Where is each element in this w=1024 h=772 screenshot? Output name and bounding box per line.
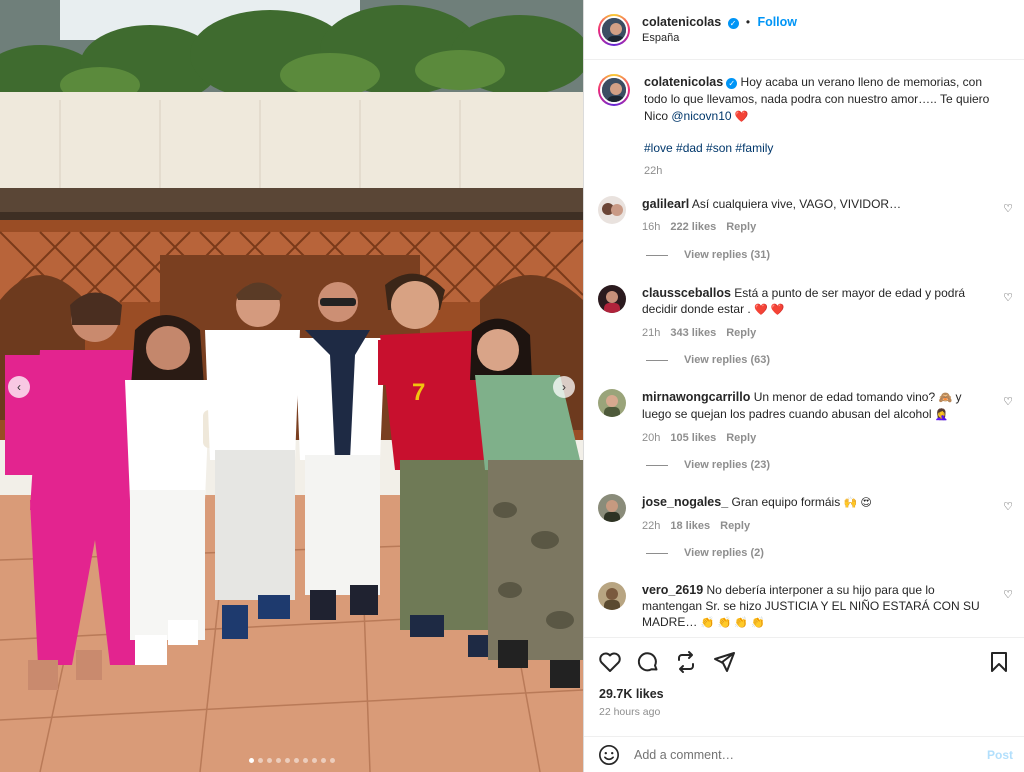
- commenter-avatar[interactable]: [598, 494, 626, 522]
- add-comment-bar: Post: [584, 736, 1024, 772]
- add-comment-input[interactable]: [634, 748, 964, 762]
- comment-likes[interactable]: 222 likes: [670, 221, 716, 233]
- paper-plane-icon[interactable]: [712, 650, 736, 674]
- comment-username[interactable]: mirnawongcarrillo: [642, 390, 750, 404]
- comment-item: claussceballos Está a punto de ser mayor…: [598, 285, 1013, 341]
- comment-emoji: 🙌 😍: [843, 497, 872, 509]
- post-actions-bar: 29.7K likes 22 hours ago Post: [584, 637, 1024, 772]
- comment-like-heart-icon[interactable]: ♡: [1003, 202, 1013, 215]
- caption-username[interactable]: colatenicolas: [644, 75, 723, 89]
- comment-emoji: ❤️ ❤️: [754, 304, 785, 316]
- carousel-dot: [293, 758, 299, 763]
- comment-text: Gran equipo formáis: [731, 495, 841, 509]
- carousel-dot: [329, 758, 335, 763]
- commenter-avatar[interactable]: [598, 285, 626, 313]
- heart-icon[interactable]: [598, 650, 622, 674]
- instagram-post-modal: 7 ‹ › colatenicolas ✓ • Follow España co…: [0, 0, 1024, 772]
- view-replies-label: View replies (63): [684, 354, 771, 366]
- carousel-dot: [302, 758, 308, 763]
- verified-badge-icon: ✓: [727, 18, 739, 29]
- view-replies-button[interactable]: View replies (2): [646, 547, 764, 559]
- comment-username[interactable]: claussceballos: [642, 286, 731, 300]
- comment-bubble-icon[interactable]: [636, 650, 660, 674]
- comment-like-heart-icon[interactable]: ♡: [1003, 588, 1013, 601]
- chevron-right-icon: ›: [562, 380, 566, 394]
- comment-item: galilearl Así cualquiera vive, VAGO, VIV…: [598, 196, 1013, 235]
- commenter-avatar[interactable]: [598, 389, 626, 417]
- reply-button[interactable]: Reply: [726, 327, 756, 339]
- view-replies-label: View replies (23): [684, 459, 771, 471]
- view-replies-button[interactable]: View replies (31): [646, 249, 770, 261]
- caption-author-avatar[interactable]: [598, 74, 630, 106]
- carousel-dot: [311, 758, 317, 763]
- comment-like-heart-icon[interactable]: ♡: [1003, 395, 1013, 408]
- comment-time: 16h: [642, 221, 661, 233]
- separator-dot: •: [745, 15, 751, 29]
- svg-text:7: 7: [412, 379, 425, 406]
- carousel-dot: [284, 758, 290, 763]
- reply-button[interactable]: Reply: [720, 520, 750, 532]
- chevron-left-icon: ‹: [17, 380, 21, 394]
- family-photo-illustration: 7: [0, 0, 583, 772]
- caption-time: 22h: [644, 165, 663, 177]
- post-header: colatenicolas ✓ • Follow España: [584, 0, 1024, 60]
- carousel-next-button[interactable]: ›: [553, 376, 575, 398]
- comment-text: Un menor de edad tomando vino?: [753, 390, 936, 404]
- comment-username[interactable]: galilearl: [642, 197, 689, 211]
- comment-like-heart-icon[interactable]: ♡: [1003, 291, 1013, 304]
- carousel-indicator: [0, 758, 583, 763]
- view-replies-label: View replies (31): [684, 249, 771, 261]
- commenter-avatar[interactable]: [598, 582, 626, 610]
- author-username[interactable]: colatenicolas: [642, 15, 721, 29]
- post-caption: colatenicolas ✓ Hoy acaba un verano lleno…: [598, 74, 1013, 180]
- post-likes-count[interactable]: 29.7K likes: [599, 687, 664, 701]
- comment-likes[interactable]: 343 likes: [670, 327, 716, 339]
- carousel-dot: [275, 758, 281, 763]
- caption-heart-emoji: ❤️: [734, 111, 749, 123]
- carousel-dot: [320, 758, 326, 763]
- caption-mention-link[interactable]: @nicovn10: [671, 109, 731, 123]
- caption-hashtags[interactable]: #love #dad #son #family: [644, 140, 1004, 157]
- post-location[interactable]: España: [642, 32, 797, 44]
- comment-text: Así cualquiera vive, VAGO, VIVIDOR…: [691, 197, 902, 211]
- post-side-panel: colatenicolas ✓ • Follow España colateni…: [583, 0, 1024, 772]
- carousel-dot: [266, 758, 272, 763]
- author-avatar[interactable]: [598, 13, 630, 46]
- comment-time: 22h: [642, 520, 661, 532]
- comment-emoji: 🙈: [938, 392, 953, 404]
- commenter-avatar[interactable]: [598, 196, 626, 224]
- comment-item: vero_2619 No debería interponer a su hij…: [598, 582, 1013, 631]
- post-time-ago: 22 hours ago: [599, 706, 661, 718]
- verified-badge-icon: ✓: [726, 78, 738, 89]
- comment-username[interactable]: vero_2619: [642, 583, 703, 597]
- comment-time: 21h: [642, 327, 661, 339]
- comment-item: jose_nogales_ Gran equipo formáis 🙌 😍 22…: [598, 494, 1013, 534]
- carousel-prev-button[interactable]: ‹: [8, 376, 30, 398]
- comment-time: 20h: [642, 432, 661, 444]
- carousel-dot: [248, 758, 254, 763]
- comment-emoji: 👏 👏 👏 👏: [700, 617, 765, 629]
- reply-button[interactable]: Reply: [726, 432, 756, 444]
- comment-item: mirnawongcarrillo Un menor de edad toman…: [598, 389, 1013, 446]
- view-replies-button[interactable]: View replies (63): [646, 354, 770, 366]
- follow-button[interactable]: Follow: [757, 15, 797, 29]
- comment-likes[interactable]: 18 likes: [670, 520, 710, 532]
- comment-username[interactable]: jose_nogales_: [642, 495, 728, 509]
- reply-button[interactable]: Reply: [726, 221, 756, 233]
- carousel-dot: [257, 758, 263, 763]
- comment-like-heart-icon[interactable]: ♡: [1003, 500, 1013, 513]
- bookmark-icon[interactable]: [987, 650, 1011, 674]
- view-replies-label: View replies (2): [684, 547, 764, 559]
- comment-emoji-2: 🤦‍♀️: [934, 409, 949, 421]
- repost-icon[interactable]: [674, 650, 698, 674]
- smiley-icon[interactable]: [598, 744, 620, 766]
- post-photo[interactable]: 7 ‹ ›: [0, 0, 583, 772]
- comment-likes[interactable]: 105 likes: [670, 432, 716, 444]
- post-comment-button[interactable]: Post: [987, 748, 1013, 762]
- view-replies-button[interactable]: View replies (23): [646, 459, 770, 471]
